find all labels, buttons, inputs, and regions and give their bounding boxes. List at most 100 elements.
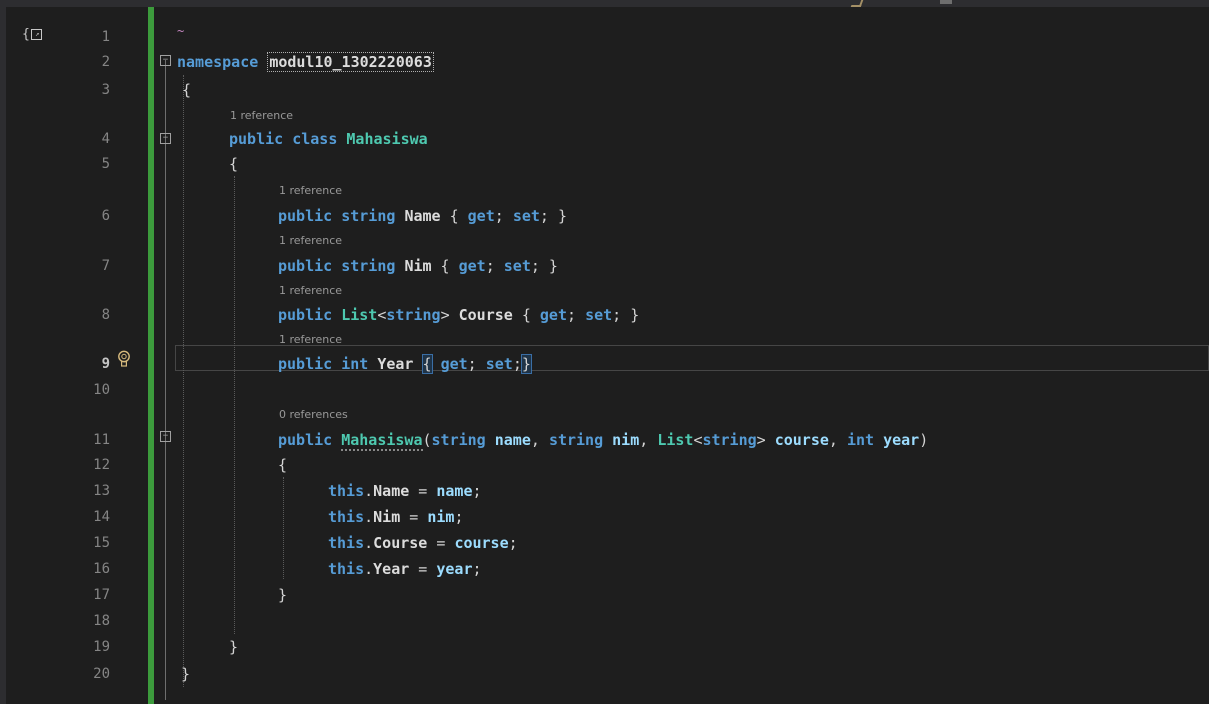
codelens-references-link[interactable]: 0 references — [279, 408, 348, 421]
codelens-references-link[interactable]: 1 reference — [279, 234, 342, 247]
token: public — [278, 431, 333, 449]
line-number: 15 — [93, 535, 110, 551]
token: ; } — [612, 306, 640, 324]
code-text[interactable]: public Mahasiswa(string name, string nim… — [278, 430, 928, 451]
code-line[interactable]: 11 public Mahasiswa(string name, string n… — [0, 430, 1209, 451]
code-line[interactable]: 3{ — [0, 80, 1209, 101]
token: ; — [472, 560, 482, 578]
line-number: 12 — [93, 457, 110, 473]
token: get — [458, 257, 486, 275]
token: { — [229, 155, 239, 173]
token: int — [846, 431, 875, 449]
codelens-references-link[interactable]: 1 reference — [279, 184, 342, 197]
token: set — [512, 207, 540, 225]
code-line[interactable]: 9 public int Year { get; set;} — [0, 354, 1209, 375]
code-line[interactable]: 4 public class Mahasiswa — [0, 129, 1209, 150]
code-text[interactable]: public List<string> Course { get; set; } — [278, 305, 639, 326]
code-text[interactable]: this.Year = year; — [328, 559, 482, 580]
token: class — [292, 130, 338, 148]
token: = — [427, 534, 455, 552]
code-text[interactable]: } — [278, 585, 287, 606]
code-line[interactable]: 1 — [0, 27, 1209, 48]
code-line[interactable]: 13 this.Name = name; — [0, 481, 1209, 502]
code-line[interactable]: 2 namespace modul10_1302220063 — [0, 52, 1209, 73]
token: this — [328, 534, 365, 552]
token: . — [364, 534, 374, 552]
line-number: 17 — [93, 587, 110, 603]
line-number: 19 — [93, 639, 110, 655]
token: modul10_1302220063 — [267, 52, 434, 72]
code-text[interactable]: { — [229, 154, 238, 175]
code-line[interactable]: 18 — [0, 611, 1209, 632]
token: } — [278, 586, 288, 604]
code-text[interactable]: { — [278, 455, 287, 476]
code-text[interactable]: public string Nim { get; set; } — [278, 256, 558, 277]
code-line[interactable]: 6 public string Name { get; set; } — [0, 206, 1209, 227]
code-text[interactable]: public class Mahasiswa — [229, 129, 428, 150]
code-line[interactable]: 7 public string Nim { get; set; } — [0, 256, 1209, 277]
code-line[interactable]: 10 — [0, 380, 1209, 401]
code-text[interactable]: this.Name = name; — [328, 481, 482, 502]
token: = — [400, 508, 428, 526]
token: Year — [373, 560, 410, 578]
code-line[interactable]: 15 this.Course = course; — [0, 533, 1209, 554]
code-text[interactable]: this.Nim = nim; — [328, 507, 463, 528]
token: . — [364, 560, 374, 578]
token: } — [181, 665, 191, 683]
code-line[interactable]: 5{ — [0, 154, 1209, 175]
line-number: 9 — [101, 356, 110, 372]
codelens-references-link[interactable]: 1 reference — [279, 284, 342, 297]
token: { — [182, 81, 192, 99]
line-number: 16 — [93, 561, 110, 577]
code-line[interactable]: 8 public List<string> Course { get; set; … — [0, 305, 1209, 326]
token: public — [278, 355, 333, 373]
token: > — [440, 306, 459, 324]
token: ; — [454, 508, 464, 526]
token: nim — [612, 431, 640, 449]
token: ; } — [539, 207, 567, 225]
code-line[interactable]: 14 this.Nim = nim; — [0, 507, 1209, 528]
code-line[interactable]: 20} — [0, 664, 1209, 685]
codelens-references-link[interactable]: 1 reference — [279, 333, 342, 346]
top-tick — [940, 0, 952, 4]
token: ; — [485, 257, 504, 275]
token: string — [341, 257, 396, 275]
codelens-references-link[interactable]: 1 reference — [230, 109, 293, 122]
line-number: 7 — [101, 258, 110, 274]
code-text[interactable]: } — [229, 637, 238, 658]
caret-mark — [850, 0, 864, 7]
code-line[interactable]: 12 { — [0, 455, 1209, 476]
token: public — [278, 207, 333, 225]
token: public — [278, 257, 333, 275]
token: string — [548, 431, 604, 449]
code-text[interactable]: namespace modul10_1302220063 — [177, 52, 434, 73]
token: this — [328, 482, 365, 500]
token: . — [364, 508, 374, 526]
token: = — [409, 482, 437, 500]
token: course — [774, 431, 829, 449]
token: set — [585, 306, 613, 324]
code-text[interactable]: public int Year { get; set;} — [278, 354, 532, 375]
code-text[interactable]: { — [182, 80, 191, 101]
line-number: 18 — [93, 613, 110, 629]
token: string — [341, 207, 396, 225]
code-line[interactable]: 19} — [0, 637, 1209, 658]
code-line[interactable]: 16 this.Year = year; — [0, 559, 1209, 580]
code-line[interactable]: 17} — [0, 585, 1209, 606]
token: ; — [494, 207, 513, 225]
code-text[interactable]: public string Name { get; set; } — [278, 206, 567, 227]
token: List — [657, 431, 694, 449]
token: , — [828, 431, 847, 449]
code-text[interactable]: this.Course = course; — [328, 533, 518, 554]
line-number: 10 — [93, 382, 110, 398]
token: public — [278, 306, 333, 324]
line-number: 20 — [93, 666, 110, 682]
code-text[interactable]: } — [181, 664, 190, 685]
token: get — [467, 207, 495, 225]
token: ( — [422, 431, 432, 449]
token: { — [431, 257, 459, 275]
